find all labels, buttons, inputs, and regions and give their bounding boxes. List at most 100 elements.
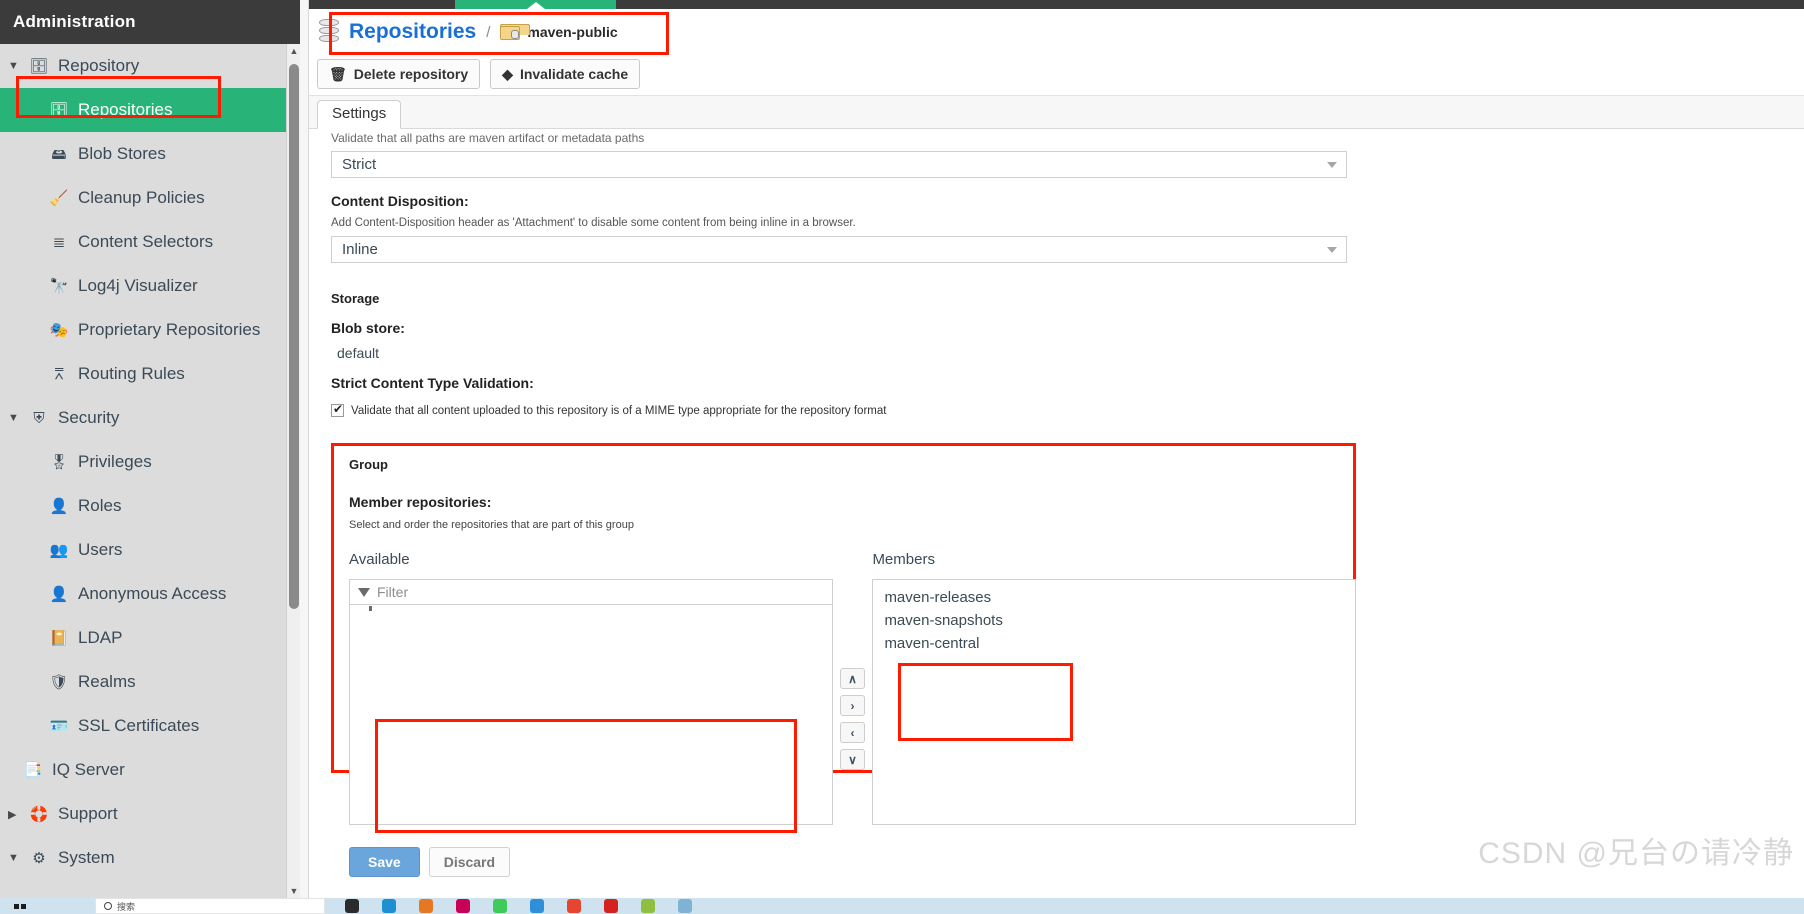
sidebar-item-label: Content Selectors xyxy=(78,232,214,251)
tab-settings[interactable]: Settings xyxy=(317,100,402,129)
taskbar-search[interactable]: 搜索 xyxy=(95,898,325,914)
sidebar-item-proprietary-repositories[interactable]: 🎭 Proprietary Repositories xyxy=(0,308,300,352)
sidebar-item-label: Routing Rules xyxy=(78,364,185,383)
add-button[interactable]: › xyxy=(840,695,865,716)
music-icon[interactable] xyxy=(567,899,581,913)
invalidate-cache-label: Invalidate cache xyxy=(519,66,629,82)
filter-placeholder: Filter xyxy=(377,584,409,600)
explorer-icon[interactable] xyxy=(641,899,655,913)
chevron-down-icon[interactable]: ▼ xyxy=(8,412,26,424)
sidebar-item-label: SSL Certificates xyxy=(78,716,200,735)
task-view-icon[interactable] xyxy=(345,899,359,913)
save-button[interactable]: Save xyxy=(349,847,420,877)
sidebar-item-repositories[interactable]: 🗄 Repositories xyxy=(0,88,300,132)
scroll-up-arrow-icon[interactable]: ▲ xyxy=(287,44,301,58)
sidebar-item-ssl-certificates[interactable]: 🪪 SSL Certificates xyxy=(0,704,300,748)
scroll-down-arrow-icon[interactable]: ▼ xyxy=(287,884,301,898)
remove-button[interactable]: ‹ xyxy=(840,722,865,743)
strict-validation-row[interactable]: Validate that all content uploaded to th… xyxy=(331,402,1804,417)
chevron-down-icon[interactable]: ▼ xyxy=(8,60,26,72)
sidebar-item-label: Repository xyxy=(58,56,140,75)
sidebar-item-roles[interactable]: 👤 Roles xyxy=(0,484,300,528)
notes-icon[interactable] xyxy=(678,899,692,913)
filter-icon xyxy=(358,587,372,611)
media-icon[interactable] xyxy=(456,899,470,913)
content-disposition-label: Content Disposition: xyxy=(331,193,469,209)
breadcrumb-current: maven-public xyxy=(527,24,618,40)
member-repositories-help: Select and order the repositories that a… xyxy=(349,519,634,531)
delete-repository-button[interactable]: 🗑 Delete repository xyxy=(317,59,481,89)
layout-policy-select[interactable]: Strict xyxy=(331,151,1347,178)
edge-icon[interactable] xyxy=(382,899,396,913)
database-icon: 🗄 xyxy=(49,101,69,119)
sidebar-item-privileges[interactable]: 🎖 Privileges xyxy=(0,440,300,484)
content-disposition-select[interactable]: Inline xyxy=(331,236,1347,263)
sidebar-item-iq-server[interactable]: 📑 IQ Server xyxy=(0,748,300,792)
chevron-down-icon[interactable]: ▼ xyxy=(8,852,26,864)
active-nav-tab[interactable] xyxy=(455,0,616,9)
strict-validation-text: Validate that all content uploaded to th… xyxy=(351,404,887,417)
person-tie-icon: 👤 xyxy=(49,497,69,515)
sidebar-item-label: Anonymous Access xyxy=(78,584,227,603)
blob-store-value: default xyxy=(337,345,380,361)
members-list[interactable]: maven-releases maven-snapshots maven-centr… xyxy=(872,579,1356,825)
signpost-icon: ⩞ xyxy=(54,365,64,383)
database-icon: 🗄 xyxy=(29,57,49,75)
sidebar-item-anonymous-access[interactable]: 👤 Anonymous Access xyxy=(0,572,300,616)
users-icon: 👥 xyxy=(49,541,69,559)
scrollbar-thumb[interactable] xyxy=(289,64,299,609)
youdao-icon[interactable] xyxy=(604,899,618,913)
available-caption: Available xyxy=(349,551,410,568)
strict-validation-checkbox[interactable] xyxy=(331,402,344,417)
sidebar-item-ldap[interactable]: 📔 LDAP xyxy=(0,616,300,660)
sidebar-item-support[interactable]: ▶ 🛟 Support xyxy=(0,792,300,836)
discard-button[interactable]: Discard xyxy=(428,847,511,877)
sidebar-item-label: Roles xyxy=(78,496,122,515)
sidebar-content-divider xyxy=(300,0,309,898)
form-footer: Save Discard xyxy=(349,847,1804,877)
list-item[interactable]: maven-snapshots xyxy=(873,609,1355,632)
wechat-icon[interactable] xyxy=(493,899,507,913)
blob-store-label: Blob store: xyxy=(331,320,405,336)
sidebar-item-security[interactable]: ▼ ⛨ Security xyxy=(0,396,300,440)
sidebar-item-routing-rules[interactable]: ⩞ Routing Rules xyxy=(0,352,300,396)
list-item[interactable]: maven-central xyxy=(873,632,1355,655)
medal-icon: 🎖 xyxy=(49,453,69,471)
list-item[interactable]: maven-releases xyxy=(873,586,1355,609)
invalidate-cache-button[interactable]: ◆ Invalidate cache xyxy=(490,59,641,89)
sidebar-item-system[interactable]: ▼ ⚙ System xyxy=(0,836,300,880)
sidebar-item-realms[interactable]: 🛡 Realms xyxy=(0,660,300,704)
sidebar-item-label: Security xyxy=(58,408,120,427)
group-section: Group Member repositories: Select and or… xyxy=(331,443,1356,833)
start-button[interactable] xyxy=(6,899,34,913)
chevron-down-icon xyxy=(1327,247,1337,253)
sidebar-scrollbar[interactable]: ▲ ▼ xyxy=(286,44,301,898)
chevron-right-icon[interactable]: ▶ xyxy=(8,808,26,821)
address-book-icon: 📔 xyxy=(49,629,69,647)
breadcrumb-root-link[interactable]: Repositories xyxy=(349,20,476,44)
sidebar-item-label: LDAP xyxy=(78,628,123,647)
sidebar-item-blob-stores[interactable]: 🖴 Blob Stores xyxy=(0,132,300,176)
sidebar-item-cleanup-policies[interactable]: 🧹 Cleanup Policies xyxy=(0,176,300,220)
breadcrumb-separator: / xyxy=(486,23,491,41)
available-filter[interactable]: Filter xyxy=(349,579,833,611)
sidebar-item-label: Privileges xyxy=(78,452,152,471)
sidebar-item-users[interactable]: 👥 Users xyxy=(0,528,300,572)
sidebar: Administration ▼ 🗄 Repository 🗄 Repositories… xyxy=(0,0,301,898)
sidebar-item-repository[interactable]: ▼ 🗄 Repository xyxy=(0,44,300,88)
office-icon[interactable] xyxy=(419,899,433,913)
binoculars-icon: 🔭 xyxy=(49,277,69,295)
sidebar-item-label: Users xyxy=(78,540,123,559)
members-caption: Members xyxy=(872,551,935,568)
repository-folder-icon xyxy=(500,24,531,40)
available-list[interactable] xyxy=(349,605,833,825)
shield-icon: ⛨ xyxy=(33,409,45,427)
sidebar-item-content-selectors[interactable]: ≣ Content Selectors xyxy=(0,220,300,264)
sidebar-item-log4j-visualizer[interactable]: 🔭 Log4j Visualizer xyxy=(0,264,300,308)
masks-icon: 🎭 xyxy=(49,321,69,339)
database-icon xyxy=(317,17,343,47)
delete-repository-label: Delete repository xyxy=(353,66,469,82)
move-down-button[interactable]: ∨ xyxy=(840,749,865,770)
move-up-button[interactable]: ∧ xyxy=(840,668,865,689)
qq-browser-icon[interactable] xyxy=(530,899,544,913)
